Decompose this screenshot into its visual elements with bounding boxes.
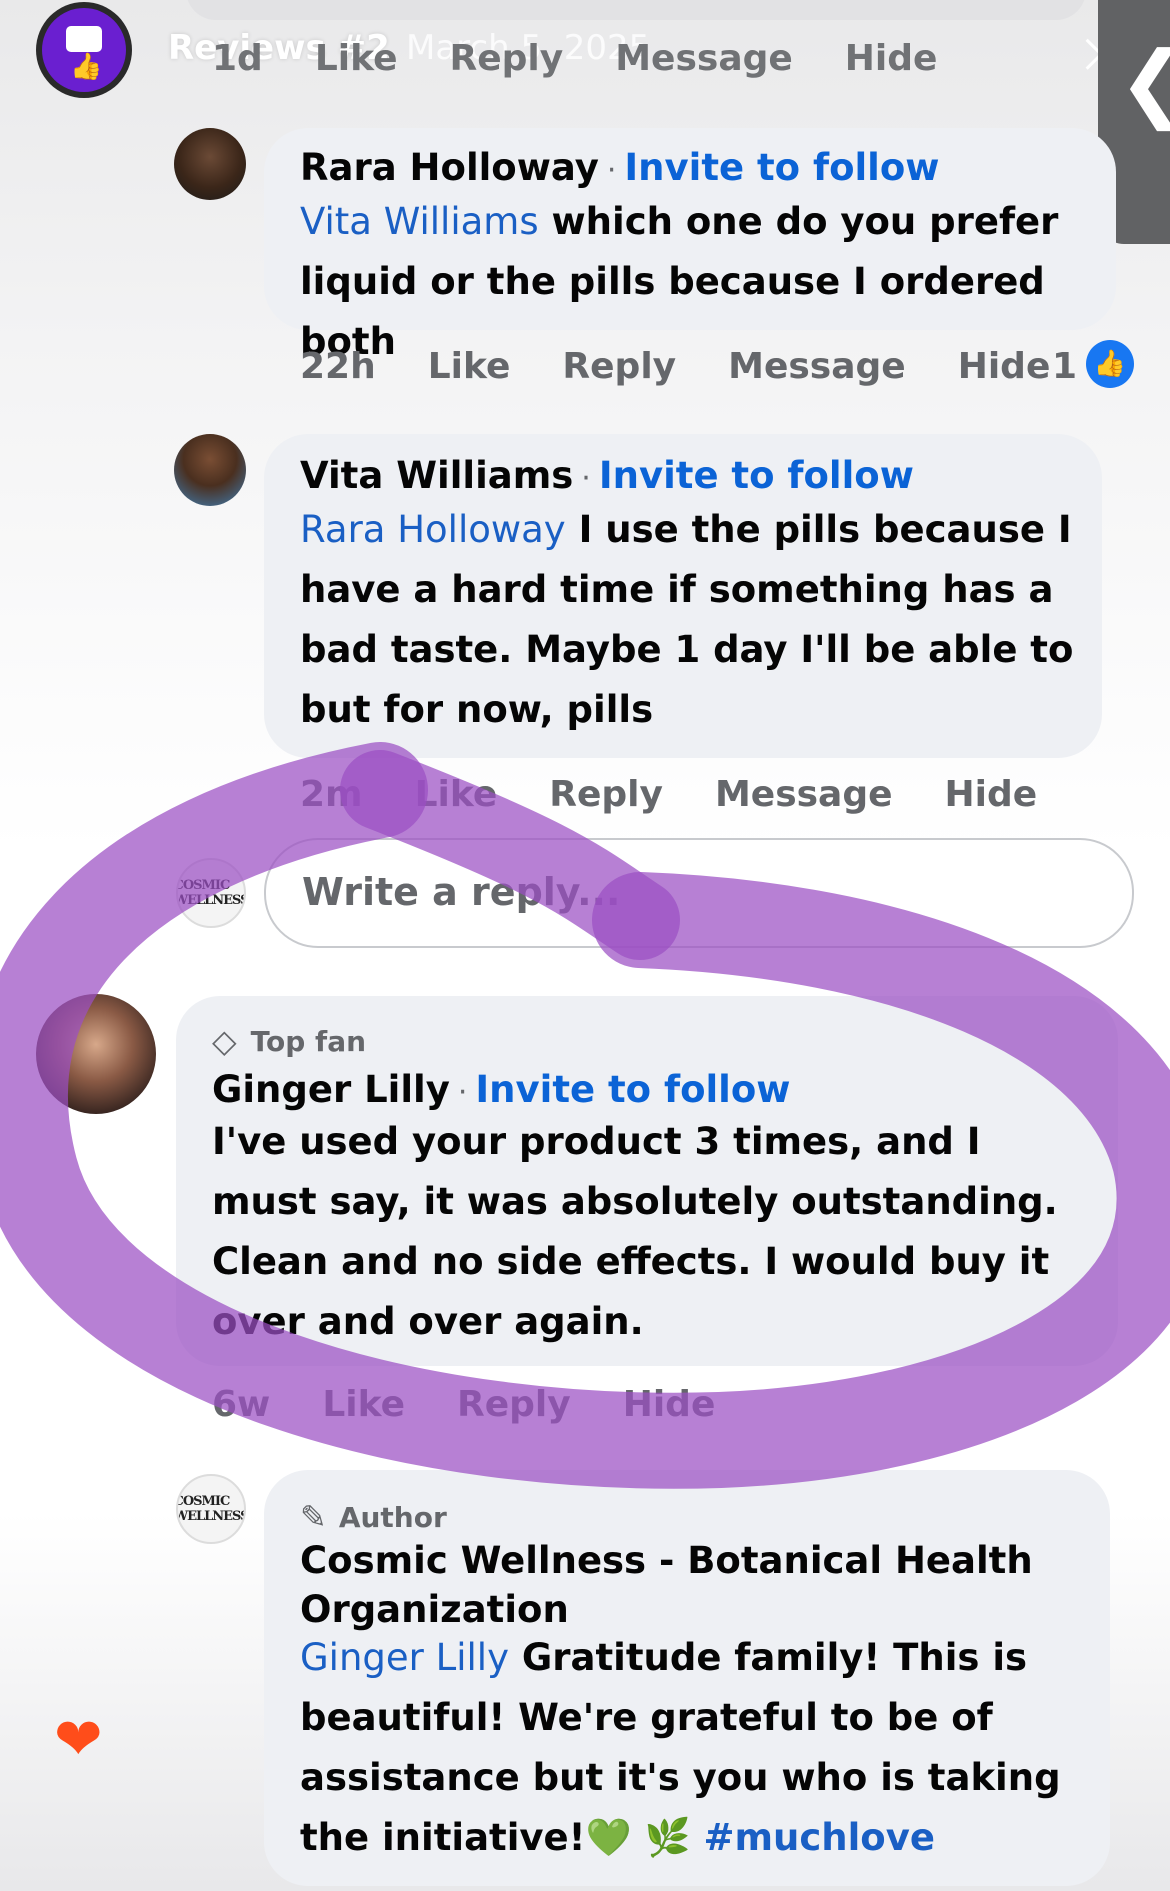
story-avatar[interactable]: 👍 bbox=[36, 2, 132, 98]
comment-text: Vita Williams which one do you prefer li… bbox=[300, 200, 1059, 363]
comment-author[interactable]: Cosmic Wellness - Botanical Health Organ… bbox=[300, 1539, 1033, 1631]
comment-header: Rara Holloway · Invite to follow bbox=[300, 146, 940, 189]
heart-reaction-icon[interactable]: ❤ bbox=[54, 1710, 103, 1768]
reply-button[interactable]: Reply bbox=[562, 346, 676, 387]
mention-link[interactable]: Rara Holloway bbox=[300, 508, 566, 551]
comment-time: 22h bbox=[300, 346, 376, 387]
comment-text: Ginger Lilly Gratitude family! This is b… bbox=[300, 1636, 1061, 1859]
like-button[interactable]: Like bbox=[415, 774, 498, 815]
comment-author[interactable]: Rara Holloway bbox=[300, 146, 599, 189]
comment-actions: 2m Like Reply Message Hide bbox=[300, 774, 1089, 815]
mention-link[interactable]: Vita Williams bbox=[300, 200, 539, 243]
reply-input[interactable]: Write a reply... bbox=[264, 838, 1134, 948]
comment-text: Rara Holloway I use the pills because I … bbox=[300, 508, 1074, 731]
mention-link[interactable]: Ginger Lilly bbox=[300, 1636, 509, 1679]
reply-button[interactable]: Reply bbox=[549, 774, 663, 815]
reply-placeholder: Write a reply... bbox=[302, 870, 621, 914]
reaction-count[interactable]: 1 bbox=[1052, 346, 1077, 387]
comment-actions: 22h Like Reply Message Hide bbox=[300, 346, 1102, 387]
top-message-button[interactable]: Message bbox=[615, 38, 793, 79]
top-comment-actions: 1d Like Reply Message Hide bbox=[212, 38, 989, 79]
chevron-left-icon: ❮ bbox=[1118, 40, 1170, 124]
thumbs-up-review-icon bbox=[66, 26, 102, 52]
comment-author[interactable]: Vita Williams bbox=[300, 454, 573, 497]
pen-icon: ✎ bbox=[300, 1498, 327, 1536]
comment-author[interactable]: Ginger Lilly bbox=[212, 1068, 450, 1111]
comment-time: 2m bbox=[300, 774, 363, 815]
comment-header: Ginger Lilly · Invite to follow bbox=[212, 1068, 791, 1111]
comment-text: I've used your product 3 times, and I mu… bbox=[212, 1120, 1058, 1343]
author-badge: ✎ Author bbox=[300, 1498, 447, 1536]
comment-header: Vita Williams · Invite to follow bbox=[300, 454, 914, 497]
avatar-rara[interactable] bbox=[174, 128, 246, 200]
avatar-vita[interactable] bbox=[174, 434, 246, 506]
hide-button[interactable]: Hide bbox=[623, 1384, 716, 1425]
invite-to-follow-link[interactable]: Invite to follow bbox=[624, 146, 939, 189]
top-hide-button[interactable]: Hide bbox=[845, 38, 938, 79]
comment-actions: 6w Like Reply Hide bbox=[212, 1384, 767, 1425]
comment-header: Cosmic Wellness - Botanical Health Organ… bbox=[300, 1540, 1060, 1638]
message-button[interactable]: Message bbox=[715, 774, 893, 815]
top-reply-button[interactable]: Reply bbox=[450, 38, 564, 79]
hide-button[interactable]: Hide bbox=[958, 346, 1051, 387]
invite-to-follow-link[interactable]: Invite to follow bbox=[475, 1068, 790, 1111]
top-time: 1d bbox=[212, 38, 263, 79]
heart-leaf-emoji: 💚 🌿 bbox=[585, 1816, 691, 1859]
invite-to-follow-link[interactable]: Invite to follow bbox=[599, 454, 914, 497]
avatar-ginger[interactable] bbox=[36, 994, 156, 1114]
cosmic-wellness-avatar[interactable]: COSMIC WELLNESS bbox=[176, 1474, 246, 1544]
top-fan-badge: ◇ Top fan bbox=[212, 1022, 367, 1060]
diamond-icon: ◇ bbox=[212, 1022, 237, 1060]
top-comment-bubble-edge bbox=[186, 0, 1086, 20]
top-like-button[interactable]: Like bbox=[315, 38, 398, 79]
cosmic-wellness-logo: COSMIC WELLNESS bbox=[176, 858, 246, 928]
reply-button[interactable]: Reply bbox=[457, 1384, 571, 1425]
message-button[interactable]: Message bbox=[728, 346, 906, 387]
hashtag-link[interactable]: #muchlove bbox=[703, 1816, 935, 1859]
hide-button[interactable]: Hide bbox=[945, 774, 1038, 815]
like-button[interactable]: Like bbox=[322, 1384, 405, 1425]
like-button[interactable]: Like bbox=[428, 346, 511, 387]
comment-time: 6w bbox=[212, 1384, 271, 1425]
like-reaction-icon[interactable]: 👍 bbox=[1086, 340, 1134, 388]
